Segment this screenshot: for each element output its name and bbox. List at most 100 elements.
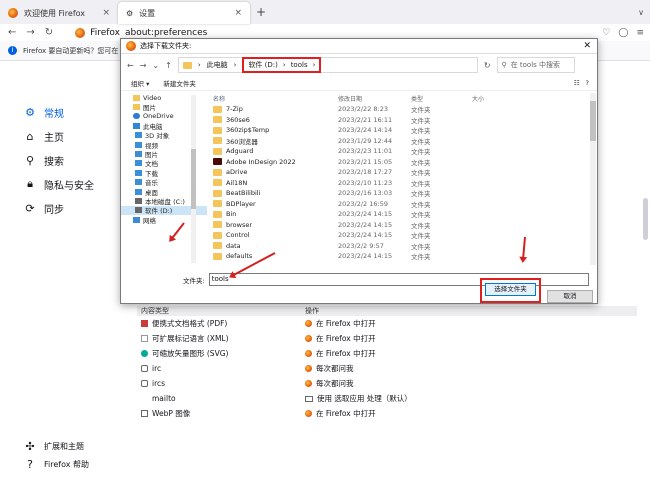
blue-icon <box>135 160 142 167</box>
breadcrumb-drive[interactable]: 软件 (D:) <box>248 60 277 70</box>
breadcrumb-folder[interactable]: tools <box>291 61 308 69</box>
sidebar: ⚙ 常规 ⌂ 主页 ⚲ 搜索 🔒︎ 隐私与安全 ⟳ 同步 <box>24 100 124 220</box>
select-folder-button[interactable]: 选择文件夹 <box>485 283 536 296</box>
list-item[interactable]: 360zip$Temp 2023/2/24 14:14 文件夹 <box>209 125 597 136</box>
tab-welcome[interactable]: 欢迎使用 Firefox × <box>0 2 118 24</box>
list-item[interactable]: Control 2023/2/24 14:15 文件夹 <box>209 230 597 241</box>
close-icon[interactable]: ✕ <box>583 41 591 51</box>
file-list: 名称 修改日期 类型 大小 7-Zip 2023/2/22 8:23 文件夹 360s… <box>209 93 597 265</box>
column-size[interactable]: 大小 <box>472 94 532 103</box>
reload-icon[interactable]: ↻ <box>45 27 53 38</box>
file-date: 2023/2/24 14:15 <box>338 252 393 261</box>
file-type: 文件夹 <box>411 232 431 241</box>
sidebar-item-help[interactable]: ? Firefox 帮助 <box>24 455 89 473</box>
action-select[interactable]: 在 Firefox 中打开 <box>316 348 376 359</box>
list-scrollbar[interactable] <box>590 93 596 265</box>
url-bar[interactable]: Firefox about:preferences <box>75 27 207 38</box>
list-item[interactable]: data 2023/2/2 9:57 文件夹 <box>209 241 597 252</box>
cancel-button[interactable]: 取消 <box>547 290 593 303</box>
forward-icon[interactable]: → <box>26 27 34 38</box>
tree-item-label: OneDrive <box>143 112 174 121</box>
list-item[interactable]: Bin 2023/2/24 14:15 文件夹 <box>209 209 597 220</box>
new-folder-button[interactable]: 新建文件夹 <box>163 78 196 88</box>
file-type: 文件夹 <box>411 127 431 136</box>
sidebar-item-privacy[interactable]: 🔒︎ 隐私与安全 <box>24 172 124 196</box>
table-row[interactable]: WebP 图像 在 Firefox 中打开 <box>137 406 637 421</box>
list-item[interactable]: aDrive 2023/2/18 17:27 文件夹 <box>209 167 597 178</box>
refresh-icon[interactable]: ↻ <box>484 61 491 70</box>
sidebar-item-search[interactable]: ⚲ 搜索 <box>24 148 124 172</box>
column-name[interactable]: 名称 <box>209 94 338 103</box>
list-item[interactable]: BeatBilibili 2023/2/16 13:03 文件夹 <box>209 188 597 199</box>
account-icon[interactable]: ◯ <box>618 28 628 38</box>
menu-icon[interactable]: ≡ <box>636 28 644 38</box>
search-input[interactable]: ⚲ 在 tools 中搜索 <box>496 57 575 73</box>
tree-scrollbar[interactable] <box>191 95 196 263</box>
sidebar-item-sync[interactable]: ⟳ 同步 <box>24 196 124 220</box>
action-select[interactable]: 每次都问我 <box>316 378 354 389</box>
scroll-thumb[interactable] <box>191 149 196 209</box>
tab-settings[interactable]: ⚙ 设置 × <box>118 2 250 24</box>
action-select[interactable]: 在 Firefox 中打开 <box>316 408 376 419</box>
page-scrollbar[interactable] <box>643 198 648 240</box>
action-select[interactable]: 每次都问我 <box>316 363 354 374</box>
tab-title: 设置 <box>139 8 156 18</box>
table-row[interactable]: 便携式文档格式 (PDF) 在 Firefox 中打开 <box>137 316 637 331</box>
sidebar-item-extensions[interactable]: ✣ 扩展和主题 <box>24 437 89 455</box>
list-item[interactable]: Adobe InDesign 2022 2023/2/21 15:05 文件夹 <box>209 157 597 168</box>
chevron-down-icon[interactable]: ⌄ <box>152 61 159 70</box>
organize-button[interactable]: 组织 ▾ <box>131 78 149 88</box>
list-header: 名称 修改日期 类型 大小 <box>209 93 597 104</box>
forward-icon[interactable]: → <box>140 61 147 70</box>
list-item[interactable]: Adguard 2023/2/23 11:01 文件夹 <box>209 146 597 157</box>
file-name: 7-Zip <box>226 105 243 114</box>
firefox-icon <box>8 8 18 18</box>
sidebar-item-general[interactable]: ⚙ 常规 <box>24 100 124 124</box>
breadcrumb[interactable]: › 此电脑 › 软件 (D:) › tools › <box>177 57 478 73</box>
chevron-down-icon[interactable]: ∨ <box>638 8 644 17</box>
action-select[interactable]: 在 Firefox 中打开 <box>316 318 376 329</box>
column-header[interactable]: 内容类型 <box>137 306 305 316</box>
file-date: 2023/2/24 14:15 <box>338 210 393 219</box>
close-icon[interactable]: × <box>102 8 110 18</box>
list-item[interactable]: browser 2023/2/24 14:15 文件夹 <box>209 220 597 231</box>
folder-icon <box>213 116 222 124</box>
sidebar-item-home[interactable]: ⌂ 主页 <box>24 124 124 148</box>
column-date[interactable]: 修改日期 <box>338 94 411 103</box>
action-select[interactable]: 使用 选取应用 处理（默认） <box>317 393 412 404</box>
action-select[interactable]: 在 Firefox 中打开 <box>316 333 376 344</box>
table-header: 内容类型 操作 <box>137 306 637 316</box>
file-date: 2023/2/2 9:57 <box>338 241 384 250</box>
breadcrumb-root[interactable]: 此电脑 <box>207 60 228 70</box>
new-tab-button[interactable]: + <box>256 5 266 19</box>
file-name-cell: 360se6 <box>209 116 338 124</box>
tab-title: 欢迎使用 Firefox <box>24 8 86 18</box>
close-icon[interactable]: × <box>234 8 242 18</box>
table-row[interactable]: irc 每次都问我 <box>137 361 637 376</box>
table-row[interactable]: mailto 使用 选取应用 处理（默认） <box>137 391 637 406</box>
up-icon[interactable]: ↑ <box>165 61 172 70</box>
url-text[interactable]: about:preferences <box>125 28 207 38</box>
column-type[interactable]: 类型 <box>411 94 472 103</box>
back-icon[interactable]: ← <box>8 27 16 38</box>
sidebar-item-label: 常规 <box>44 108 64 120</box>
back-icon[interactable]: ← <box>127 61 134 70</box>
list-item[interactable]: 360浏览器 2023/1/29 12:44 文件夹 <box>209 136 597 147</box>
table-row[interactable]: ircs 每次都问我 <box>137 376 637 391</box>
tab-bar: 欢迎使用 Firefox × ⚙ 设置 × + ∨ <box>0 0 650 24</box>
column-header[interactable]: 操作 <box>305 306 319 316</box>
file-type: 文件夹 <box>411 179 431 188</box>
list-item[interactable]: 7-Zip 2023/2/22 8:23 文件夹 <box>209 104 597 115</box>
help-icon[interactable]: ? <box>586 79 589 87</box>
chat-icon <box>141 380 148 387</box>
table-row[interactable]: 可扩展标记语言 (XML) 在 Firefox 中打开 <box>137 331 637 346</box>
file-type: 文件夹 <box>411 242 431 251</box>
list-item[interactable]: Ail18N 2023/2/10 11:23 文件夹 <box>209 178 597 189</box>
scroll-thumb[interactable] <box>590 101 596 141</box>
pocket-icon[interactable]: ♡ <box>602 28 610 38</box>
file-name-cell: Adguard <box>209 147 338 155</box>
table-row[interactable]: 可缩放矢量图形 (SVG) 在 Firefox 中打开 <box>137 346 637 361</box>
list-item[interactable]: 360se6 2023/2/21 16:11 文件夹 <box>209 115 597 126</box>
list-item[interactable]: BDPlayer 2023/2/2 16:59 文件夹 <box>209 199 597 210</box>
view-icon[interactable]: ☷ <box>574 79 580 87</box>
